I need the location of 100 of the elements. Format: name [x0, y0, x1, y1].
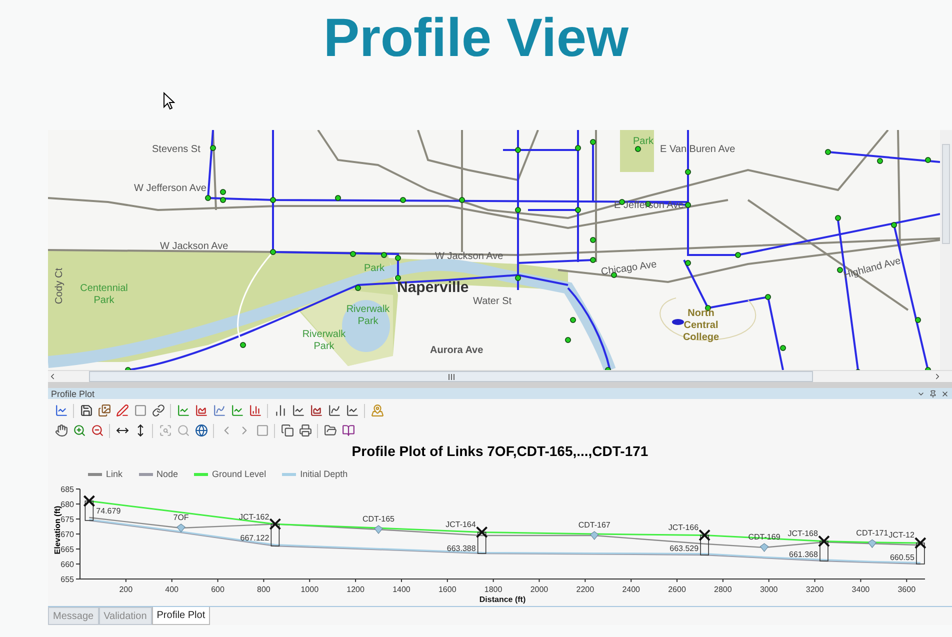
chart-area-icon [310, 404, 322, 418]
map-label: Highland Ave [842, 256, 902, 282]
chart-line-button[interactable] [290, 402, 306, 419]
zoom-in-button[interactable] [71, 422, 87, 439]
manhole-drawing [84, 500, 94, 521]
vertical-scrollbar[interactable] [940, 130, 952, 370]
junction-x-icon [818, 534, 830, 547]
tick-label: 600 [211, 584, 224, 594]
pin-icon[interactable] [929, 390, 937, 398]
map-label: Cody Ct [54, 268, 66, 304]
chart-line-icon [230, 404, 244, 418]
tick-label: 1000 [300, 584, 319, 594]
tick-label: 665 [60, 544, 74, 554]
panel-tab[interactable]: Validation [98, 607, 152, 625]
point-label: JCT-168 [788, 528, 818, 538]
legend-label: Node [156, 468, 178, 482]
globe-button[interactable] [193, 422, 209, 439]
book-icon [342, 424, 354, 438]
point-label: 74.679 [96, 506, 121, 516]
legend-label: Ground Level [212, 468, 266, 482]
tick-label: 675 [60, 514, 74, 524]
axis-title: Distance (ft) [479, 594, 526, 604]
map-label: Centennial Park [79, 283, 129, 307]
tick-label: 1600 [438, 584, 456, 594]
point-label: 663.529 [670, 544, 699, 553]
manhole-drawing [477, 532, 486, 554]
save-icon [80, 404, 92, 418]
map-label: Riverwalk Park [345, 304, 391, 328]
legend-label: Initial Depth [300, 468, 348, 482]
scroll-left-icon[interactable] [48, 372, 57, 382]
map-drawing[interactable] [48, 130, 940, 370]
map-label: Stevens St [152, 144, 200, 156]
book-button[interactable] [340, 422, 356, 439]
panel-tab[interactable]: Message [48, 607, 99, 625]
select-icon [134, 404, 146, 418]
map-label: Chicago Ave [600, 259, 658, 279]
page-title: Profile View [323, 7, 629, 70]
tick-label: 200 [119, 584, 133, 594]
chart-spline-button[interactable] [211, 402, 227, 419]
grip-icon [448, 374, 454, 380]
globe-icon [194, 424, 208, 438]
junction-x-icon [269, 518, 282, 530]
pen-icon [116, 404, 128, 418]
horizontal-scrollbar[interactable] [48, 370, 952, 382]
tick-label: 655 [60, 574, 74, 584]
tick-label: 685 [60, 484, 74, 494]
point-label: JCT-164 [446, 520, 476, 529]
chart-line-icon [176, 404, 190, 418]
save-button[interactable] [78, 402, 94, 419]
conduit-marker-icon [868, 539, 877, 548]
point-label: JCT-166 [668, 522, 699, 532]
map-label: Naperville [397, 282, 469, 294]
images-icon [98, 404, 110, 418]
map-label: Aurora Ave [430, 345, 484, 357]
chart-spline-icon [328, 404, 340, 418]
chart-column-button[interactable] [247, 402, 263, 419]
point-label: 663.388 [446, 544, 476, 553]
tick-label: 670 [60, 530, 74, 539]
link-button[interactable] [150, 402, 166, 419]
tick-label: 1800 [484, 584, 502, 594]
zoom-out-button[interactable] [89, 422, 105, 439]
tick-label: 3200 [806, 584, 824, 594]
junction-x-icon [476, 526, 488, 538]
conduit-marker-icon [176, 523, 186, 532]
tick-label: 800 [257, 584, 270, 594]
panel-tab[interactable]: Profile Plot [152, 607, 210, 625]
tick-label: 2200 [576, 584, 594, 594]
pan-button[interactable] [53, 422, 69, 439]
scroll-right-icon[interactable] [933, 372, 942, 382]
copy-button[interactable] [279, 422, 295, 439]
chart-spline-icon [212, 404, 226, 418]
zoom-in-icon [72, 424, 86, 438]
chart-line-button[interactable] [344, 402, 360, 419]
tick-label: 2800 [714, 584, 732, 594]
conduit-marker-icon [760, 542, 769, 552]
point-label: 7OF [173, 512, 189, 522]
manhole-drawing [700, 534, 709, 556]
chart-column-icon [248, 404, 262, 418]
tick-label: 680 [60, 500, 74, 509]
point-label: JCT-162 [238, 512, 270, 522]
map-label: Park [633, 136, 654, 148]
map-label: Riverwalk Park [301, 329, 347, 353]
junction-x-icon [698, 528, 711, 541]
map-pin-button[interactable] [369, 402, 385, 419]
tick-label: 1400 [392, 584, 410, 594]
chart-area-icon [194, 404, 208, 418]
images-button[interactable] [96, 402, 112, 419]
close-icon[interactable] [941, 390, 949, 398]
conduit-marker-icon [590, 530, 599, 540]
junction-x-icon [83, 494, 96, 507]
chart-spline-button[interactable] [326, 402, 342, 419]
chart-area-button[interactable] [193, 402, 209, 419]
chart-area-button[interactable] [308, 402, 324, 419]
chart-export-button[interactable] [53, 402, 69, 419]
print-button[interactable] [297, 422, 313, 439]
manhole-drawing [820, 540, 828, 562]
junction-x-icon [914, 536, 926, 549]
point-label: CDT-167 [578, 520, 610, 530]
pen-button[interactable] [114, 402, 130, 419]
pan-icon [54, 424, 68, 438]
